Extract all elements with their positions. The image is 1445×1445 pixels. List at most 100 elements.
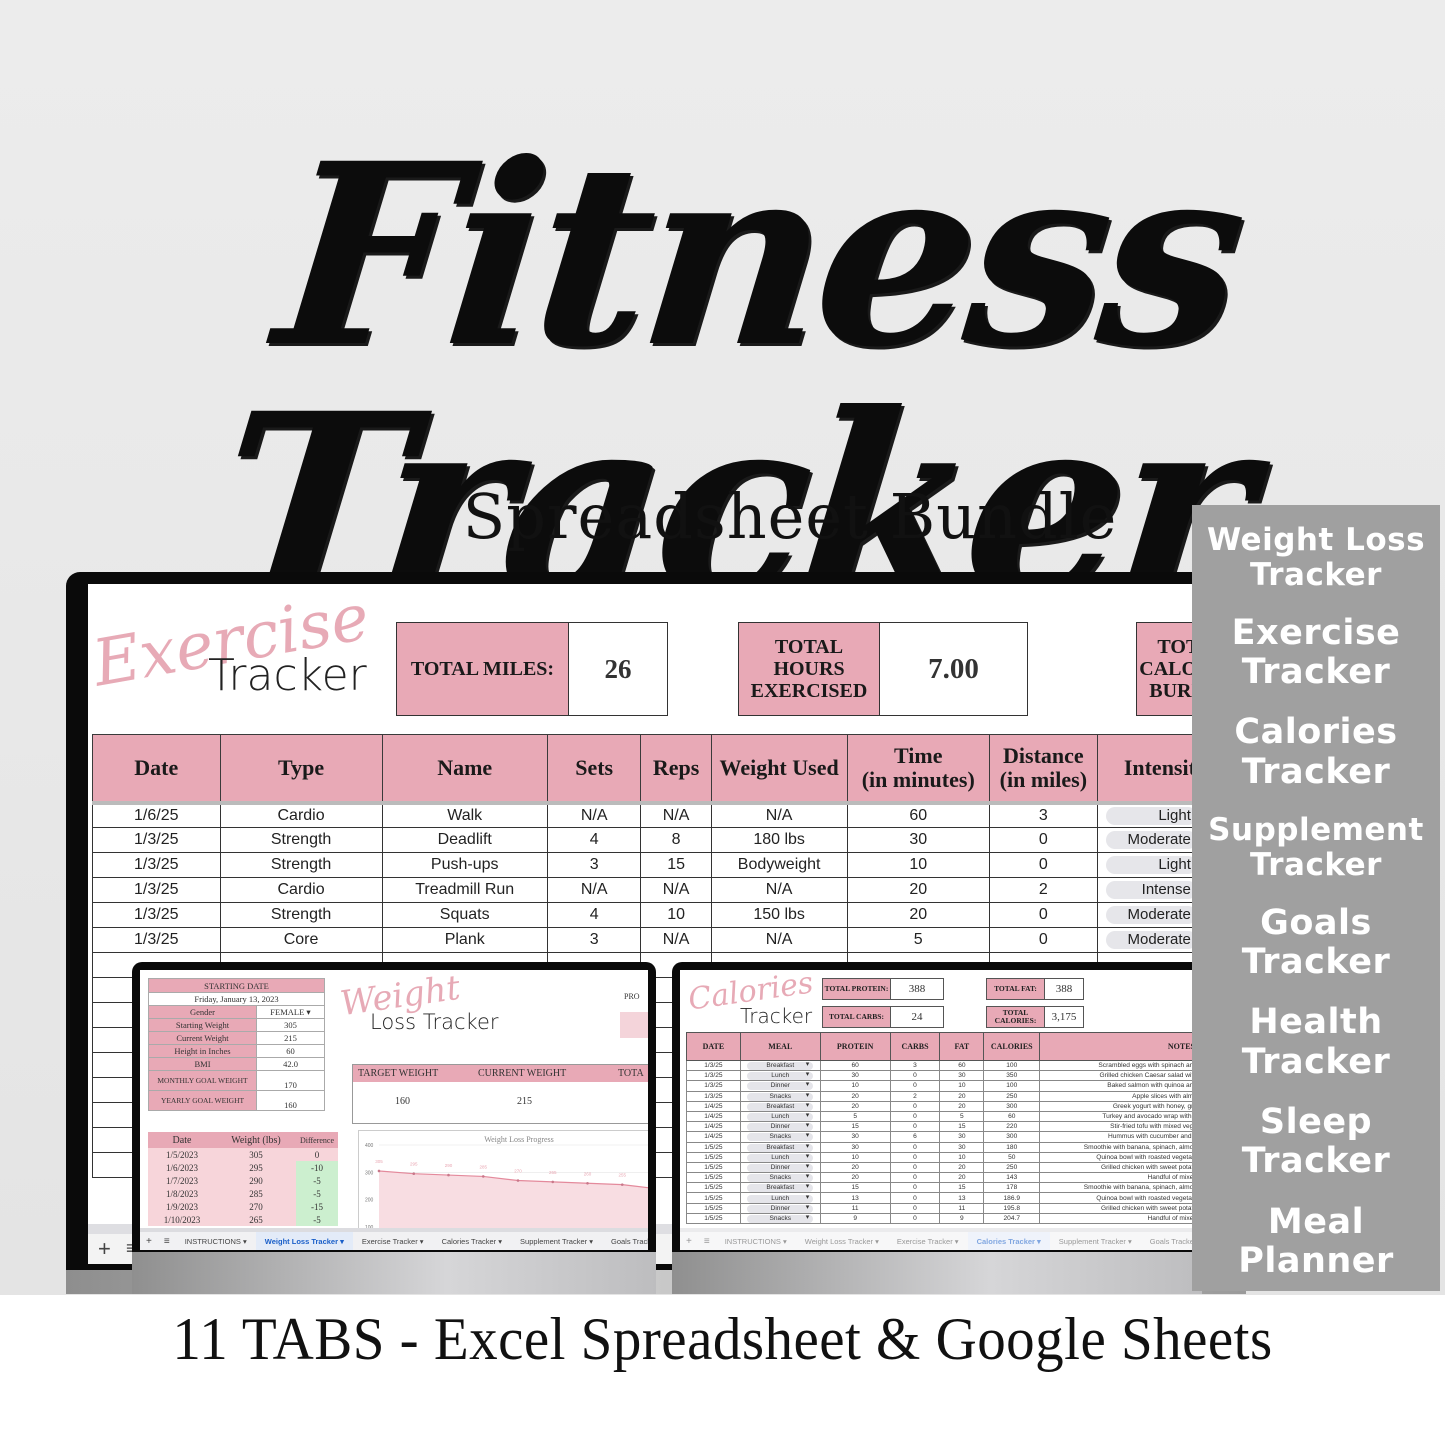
calories-cell[interactable]: 50 <box>983 1151 1041 1163</box>
calories-cell[interactable]: 1/3/25 <box>686 1070 741 1082</box>
calories-cell[interactable]: 0 <box>889 1141 941 1153</box>
meal-dropdown[interactable]: Dinner <box>747 1122 814 1132</box>
intensity-dropdown[interactable]: Light <box>1105 856 1197 874</box>
calories-cell[interactable]: Grilled chicken Caesar salad with <box>1039 1070 1200 1082</box>
calories-cell[interactable]: 5 <box>939 1110 985 1123</box>
exercise-cell[interactable]: 1/3/25 <box>92 877 221 903</box>
exercise-cell[interactable]: 20 <box>846 877 990 903</box>
exercise-cell[interactable]: N/A <box>640 877 712 903</box>
calories-cell[interactable]: 20 <box>819 1161 891 1174</box>
calories-cell[interactable]: 1/4/25 <box>686 1110 741 1123</box>
calories-cell[interactable]: 0 <box>889 1192 941 1204</box>
calories-cell[interactable]: 1/3/25 <box>686 1090 741 1102</box>
sheet-tab[interactable]: Supplement Tracker ▾ <box>1050 1232 1141 1250</box>
weight-log-cell[interactable]: 1/10/2023 <box>148 1213 216 1226</box>
info-value[interactable]: 60 <box>256 1044 325 1058</box>
calories-cell[interactable]: Grilled chicken with sweet potato <box>1039 1202 1200 1214</box>
weight-log-cell[interactable]: 285 <box>216 1187 296 1200</box>
sheet-tab[interactable]: Weight Loss Tracker ▾ <box>796 1232 888 1250</box>
calories-cell[interactable]: 30 <box>819 1141 891 1153</box>
exercise-cell[interactable]: 4 <box>546 902 642 928</box>
meal-dropdown[interactable]: Lunch <box>747 1071 814 1081</box>
meal-dropdown[interactable]: Breakfast <box>747 1143 814 1152</box>
calories-cell[interactable]: Lunch <box>739 1070 821 1082</box>
add-sheet-icon[interactable]: + <box>98 1236 111 1262</box>
weight-log-cell[interactable]: 265 <box>216 1213 296 1226</box>
exercise-cell[interactable]: 1/3/25 <box>92 827 221 853</box>
all-sheets-menu-icon[interactable]: ≡ <box>158 1236 176 1247</box>
calories-cell[interactable]: Quinoa bowl with roasted vegetabl <box>1039 1192 1200 1204</box>
stat-value[interactable]: 388 <box>1045 979 1083 999</box>
calories-cell[interactable]: 11 <box>819 1202 891 1214</box>
calories-cell[interactable]: 9 <box>939 1212 985 1225</box>
calories-cell[interactable]: 1/3/25 <box>686 1059 741 1072</box>
weight-log-cell[interactable]: 1/6/2023 <box>148 1161 216 1174</box>
difference-cell[interactable]: -15 <box>296 1200 338 1213</box>
calories-cell[interactable]: 195.8 <box>983 1202 1041 1214</box>
calories-cell[interactable]: 10 <box>819 1151 891 1163</box>
calories-cell[interactable]: 1/5/25 <box>686 1202 741 1214</box>
weight-log-cell[interactable]: 270 <box>216 1200 296 1213</box>
calories-cell[interactable]: 20 <box>939 1161 985 1174</box>
calories-cell[interactable]: 30 <box>939 1131 985 1143</box>
calories-cell[interactable]: 60 <box>819 1059 891 1072</box>
calories-cell[interactable]: 178 <box>983 1182 1041 1194</box>
stat-value[interactable]: 24 <box>891 1007 943 1027</box>
exercise-cell[interactable]: N/A <box>640 800 712 828</box>
difference-cell[interactable]: -5 <box>296 1187 338 1200</box>
sheet-tab[interactable]: Calories Tracker ▾ <box>433 1232 511 1250</box>
exercise-cell[interactable]: 15 <box>640 852 712 878</box>
calories-cell[interactable]: Baked salmon with quinoa and <box>1039 1080 1200 1092</box>
calories-cell[interactable]: 0 <box>889 1080 941 1092</box>
calories-cell[interactable]: Lunch <box>739 1151 821 1163</box>
exercise-cell[interactable]: 1/6/25 <box>92 800 221 828</box>
calories-cell[interactable]: 1/5/25 <box>686 1141 741 1153</box>
calories-cell[interactable]: 180 <box>983 1141 1041 1153</box>
calories-cell[interactable]: Dinner <box>739 1080 821 1092</box>
info-value[interactable]: 305 <box>256 1018 325 1032</box>
calories-cell[interactable]: Snacks <box>739 1131 821 1143</box>
difference-cell[interactable]: -5 <box>296 1174 338 1187</box>
calories-cell[interactable]: 20 <box>939 1090 985 1102</box>
sheet-tab[interactable]: INSTRUCTIONS ▾ <box>176 1232 256 1250</box>
calories-cell[interactable]: 143 <box>983 1172 1041 1184</box>
calories-cell[interactable]: 5 <box>819 1110 891 1123</box>
calories-cell[interactable]: 10 <box>939 1151 985 1163</box>
calories-cell[interactable]: 100 <box>983 1080 1041 1092</box>
all-sheets-menu-icon[interactable]: ≡ <box>698 1236 716 1247</box>
info-value[interactable]: FEMALE ▾ <box>256 1005 325 1019</box>
info-value[interactable]: 42.0 <box>256 1057 325 1071</box>
calories-cell[interactable]: 1/4/25 <box>686 1131 741 1143</box>
calories-cell[interactable]: Apple slices with almo <box>1039 1090 1200 1102</box>
calories-cell[interactable]: 20 <box>819 1090 891 1102</box>
exercise-cell[interactable]: 10 <box>640 902 712 928</box>
calories-cell[interactable]: 13 <box>939 1192 985 1204</box>
exercise-cell[interactable]: Light <box>1096 800 1208 828</box>
calories-cell[interactable]: 9 <box>819 1212 891 1225</box>
meal-dropdown[interactable]: Breakfast <box>747 1102 814 1111</box>
calories-cell[interactable]: Breakfast <box>739 1182 821 1194</box>
exercise-cell[interactable]: 180 lbs <box>710 827 848 853</box>
calories-cell[interactable]: 20 <box>939 1172 985 1184</box>
calories-cell[interactable]: 0 <box>889 1100 941 1112</box>
calories-cell[interactable]: 30 <box>819 1131 891 1143</box>
calories-cell[interactable]: 1/3/25 <box>686 1080 741 1092</box>
exercise-cell[interactable]: 8 <box>640 827 712 853</box>
calories-cell[interactable]: 1/4/25 <box>686 1100 741 1112</box>
calories-cell[interactable]: 0 <box>889 1110 941 1123</box>
exercise-cell[interactable]: Cardio <box>219 877 383 903</box>
calories-cell[interactable]: 1/5/25 <box>686 1212 741 1225</box>
exercise-cell[interactable]: Moderate <box>1096 927 1208 953</box>
intensity-dropdown[interactable]: Moderate <box>1105 906 1197 924</box>
starting-date-value[interactable]: Friday, January 13, 2023 <box>148 992 325 1006</box>
exercise-cell[interactable]: 30 <box>846 827 990 853</box>
calories-cell[interactable]: 1/5/25 <box>686 1182 741 1194</box>
exercise-cell[interactable]: Strength <box>219 827 383 853</box>
calories-cell[interactable]: 30 <box>939 1141 985 1153</box>
exercise-cell[interactable]: 10 <box>846 852 990 878</box>
meal-dropdown[interactable]: Lunch <box>747 1112 814 1122</box>
calories-cell[interactable]: Hummus with cucumber and b <box>1039 1131 1200 1143</box>
difference-cell[interactable]: -5 <box>296 1213 338 1226</box>
add-sheet-icon[interactable]: + <box>140 1236 158 1247</box>
exercise-cell[interactable]: 0 <box>988 827 1098 853</box>
